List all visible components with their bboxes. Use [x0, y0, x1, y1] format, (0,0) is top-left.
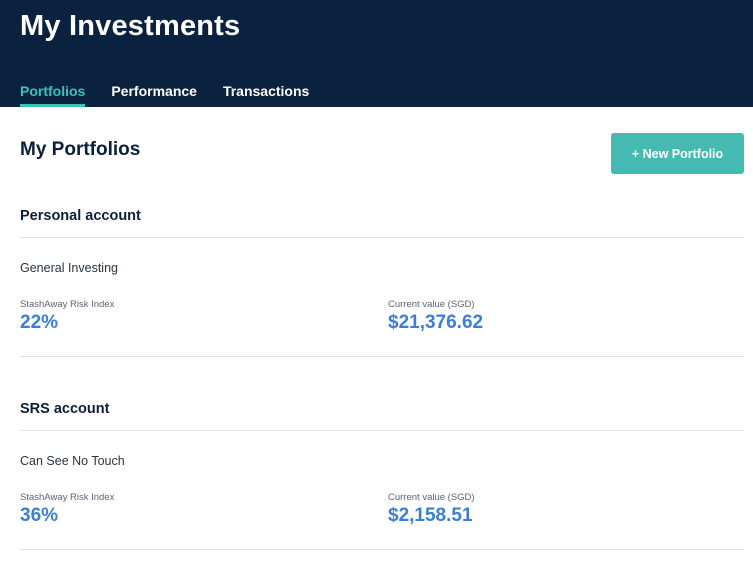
portfolio-card[interactable]: General Investing StashAway Risk Index 2… [20, 261, 744, 359]
portfolio-name: Can See No Touch [20, 454, 125, 468]
risk-index-label: StashAway Risk Index [20, 299, 115, 310]
section-title: My Portfolios [20, 139, 141, 160]
tab-transactions[interactable]: Transactions [223, 77, 309, 107]
tab-bar: Portfolios Performance Transactions [20, 77, 335, 107]
page-header-title: My Investments [20, 10, 241, 42]
current-value-label: Current value (SGD) [388, 492, 475, 503]
risk-index-value: 36% [20, 505, 59, 526]
current-value-metric: Current value (SGD) $21,376.62 [388, 299, 483, 334]
portfolio-card[interactable]: Can See No Touch StashAway Risk Index 36… [20, 454, 744, 552]
risk-index-metric: StashAway Risk Index 22% [20, 299, 114, 334]
risk-index-label: StashAway Risk Index [20, 492, 115, 503]
new-portfolio-button[interactable]: + New Portfolio [611, 133, 744, 174]
portfolio-name: General Investing [20, 261, 118, 275]
account-name: SRS account [20, 401, 110, 417]
current-value-label: Current value (SGD) [388, 299, 475, 310]
account-name: Personal account [20, 208, 141, 224]
tab-portfolios[interactable]: Portfolios [20, 77, 86, 107]
risk-index-value: 22% [20, 312, 59, 333]
tab-performance[interactable]: Performance [111, 77, 197, 107]
divider [20, 430, 744, 431]
current-value-amount: $21,376.62 [388, 312, 484, 333]
divider [20, 237, 744, 238]
account-section-personal: Personal account General Investing Stash… [20, 205, 744, 357]
risk-index-metric: StashAway Risk Index 36% [20, 492, 114, 527]
portfolio-metrics: StashAway Risk Index 36% Current value (… [20, 492, 744, 552]
current-value-metric: Current value (SGD) $2,158.51 [388, 492, 475, 527]
account-section-srs: SRS account Can See No Touch StashAway R… [20, 398, 744, 550]
current-value-amount: $2,158.51 [388, 505, 473, 526]
portfolio-metrics: StashAway Risk Index 22% Current value (… [20, 299, 744, 359]
app-header: My Investments Portfolios Performance Tr… [0, 0, 753, 107]
